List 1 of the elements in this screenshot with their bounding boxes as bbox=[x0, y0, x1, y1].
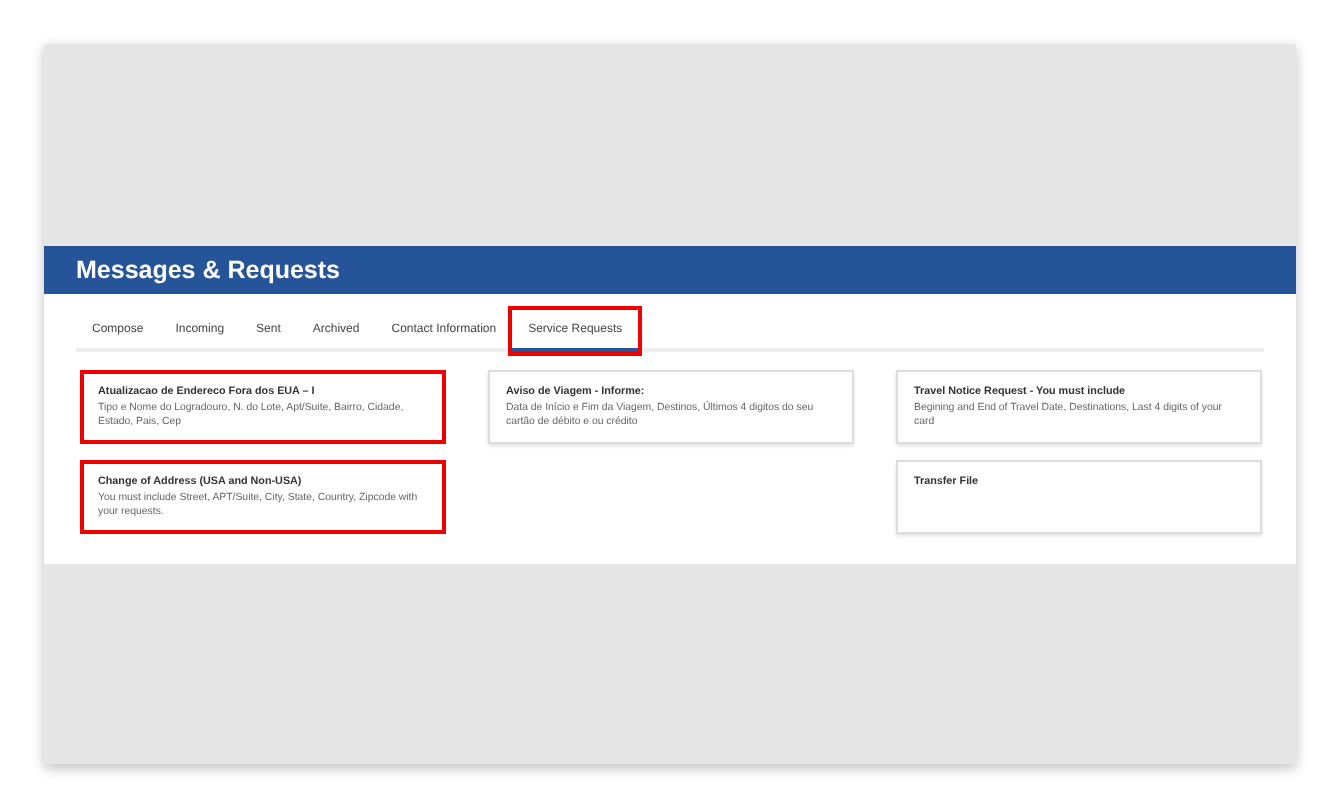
page-title: Messages & Requests bbox=[76, 256, 341, 284]
